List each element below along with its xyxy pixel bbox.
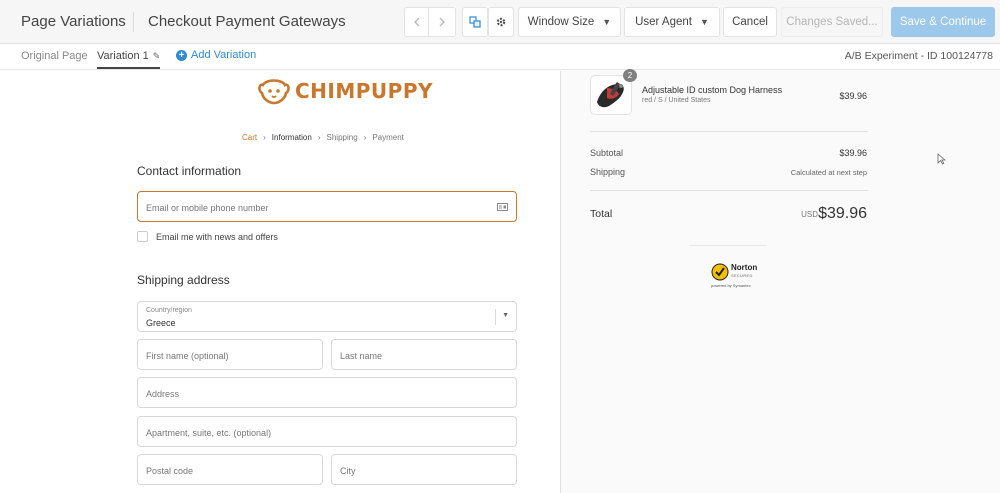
contact-heading: Contact information (137, 164, 242, 178)
norton-name: Norton (731, 263, 758, 272)
postal-code-placeholder: Postal code (146, 466, 194, 476)
translate-icon (469, 16, 481, 28)
select-divider (495, 309, 496, 325)
experiment-id: A/B Experiment - ID 100124778 (844, 50, 993, 62)
chevron-down-icon: ▼ (502, 312, 509, 319)
last-name-input[interactable]: Last name (331, 339, 517, 370)
newsletter-label: Email me with news and offers (156, 231, 278, 242)
breadcrumb-payment: Payment (372, 133, 404, 142)
title-divider (133, 12, 134, 32)
variation-bar: Original Page Variation 1 ✎ + Add Variati… (0, 44, 1000, 70)
user-agent-label: User Agent (635, 16, 692, 28)
chevron-right-icon (439, 17, 445, 27)
postal-code-input[interactable]: Postal code (137, 454, 323, 485)
norton-check-icon (711, 263, 729, 281)
email-placeholder: Email or mobile phone number (146, 203, 269, 213)
country-value: Greece (146, 318, 176, 328)
variation-tab-label: Variation 1 (97, 50, 149, 62)
checkout-form-pane: CHIMPUPPY Cart › Information › Shipping … (0, 71, 560, 493)
first-name-placeholder: First name (optional) (146, 351, 229, 361)
order-summary-pane: 2 Adjustable ID custom Dog Harness red /… (560, 69, 1000, 493)
store-logo[interactable]: CHIMPUPPY (257, 77, 433, 105)
norton-secured-badge: Norton SECURED (711, 263, 757, 281)
mouse-cursor-icon (937, 153, 946, 165)
email-field[interactable]: Email or mobile phone number (137, 191, 517, 222)
save-continue-button[interactable]: Save & Continue (891, 7, 995, 37)
window-size-dropdown[interactable]: Window Size ▼ (518, 7, 621, 37)
address-input[interactable]: Address (137, 377, 517, 408)
cancel-button[interactable]: Cancel (723, 7, 777, 37)
plus-circle-icon: + (176, 49, 187, 61)
dog-harness-image (597, 82, 624, 108)
changes-saved-button[interactable]: Changes Saved... (781, 7, 883, 37)
newsletter-checkbox[interactable] (137, 231, 148, 242)
total-value: $39.96 (818, 205, 867, 222)
subtotal-label: Subtotal (590, 148, 624, 158)
norton-secured: SECURED (731, 273, 753, 278)
app-title: Page Variations (21, 13, 126, 30)
total-currency: USD (801, 210, 818, 219)
dog-logo-icon (258, 79, 290, 105)
norton-text: Norton SECURED (731, 264, 757, 280)
first-name-input[interactable]: First name (optional) (137, 339, 323, 370)
pencil-icon[interactable]: ✎ (153, 51, 161, 61)
city-placeholder: City (340, 466, 356, 476)
summary-divider (590, 190, 868, 191)
product-price: $39.96 (839, 91, 867, 101)
subtotal-value: $39.96 (839, 148, 867, 158)
quantity-badge: 2 (623, 69, 637, 82)
country-label: Country/region (146, 307, 192, 314)
norton-powered-by: powered by Symantec (711, 283, 751, 288)
compare-button[interactable] (462, 7, 488, 37)
breadcrumb-information: Information (271, 133, 312, 142)
product-name: Adjustable ID custom Dog Harness (642, 85, 783, 95)
window-size-label: Window Size (527, 16, 595, 28)
next-button[interactable] (428, 7, 456, 37)
gear-icon (496, 17, 506, 27)
contact-card-icon (497, 203, 508, 211)
last-name-placeholder: Last name (340, 351, 383, 361)
total-label: Total (590, 208, 613, 220)
tab-variation-1[interactable]: Variation 1 ✎ (97, 50, 161, 69)
tab-original-page[interactable]: Original Page (21, 50, 88, 62)
shipping-heading: Shipping address (137, 273, 230, 287)
city-input[interactable]: City (331, 454, 517, 485)
top-toolbar: Page Variations Checkout Payment Gateway… (0, 0, 1000, 44)
logo-text: CHIMPUPPY (295, 79, 433, 103)
user-agent-dropdown[interactable]: User Agent ▼ (624, 7, 720, 37)
breadcrumb-shipping: Shipping (326, 133, 358, 142)
product-variant: red / S / United States (642, 97, 711, 104)
breadcrumb-cart[interactable]: Cart (242, 133, 257, 142)
address-placeholder: Address (146, 389, 180, 399)
shipping-value: Calculated at next step (790, 168, 867, 177)
experiment-name: Checkout Payment Gateways (148, 13, 346, 30)
chevron-right-icon: › (317, 133, 321, 142)
chevron-down-icon: ▼ (699, 17, 709, 27)
breadcrumb: Cart › Information › Shipping › Payment (242, 133, 404, 142)
add-variation-label: Add Variation (191, 49, 257, 61)
summary-divider (590, 131, 868, 132)
country-select[interactable]: Country/region Greece ▼ (137, 301, 517, 332)
chevron-right-icon: › (363, 133, 367, 142)
newsletter-checkbox-row[interactable]: Email me with news and offers (137, 231, 278, 242)
chevron-right-icon: › (263, 133, 266, 142)
apartment-placeholder: Apartment, suite, etc. (optional) (146, 428, 272, 438)
apartment-input[interactable]: Apartment, suite, etc. (optional) (137, 416, 517, 447)
chevron-down-icon: ▼ (602, 17, 612, 27)
badge-divider (689, 245, 767, 246)
settings-button[interactable] (488, 7, 514, 37)
add-variation-link[interactable]: + Add Variation (176, 49, 256, 61)
chevron-left-icon (413, 17, 419, 27)
shipping-label: Shipping (590, 167, 626, 177)
previous-button[interactable] (404, 7, 428, 37)
